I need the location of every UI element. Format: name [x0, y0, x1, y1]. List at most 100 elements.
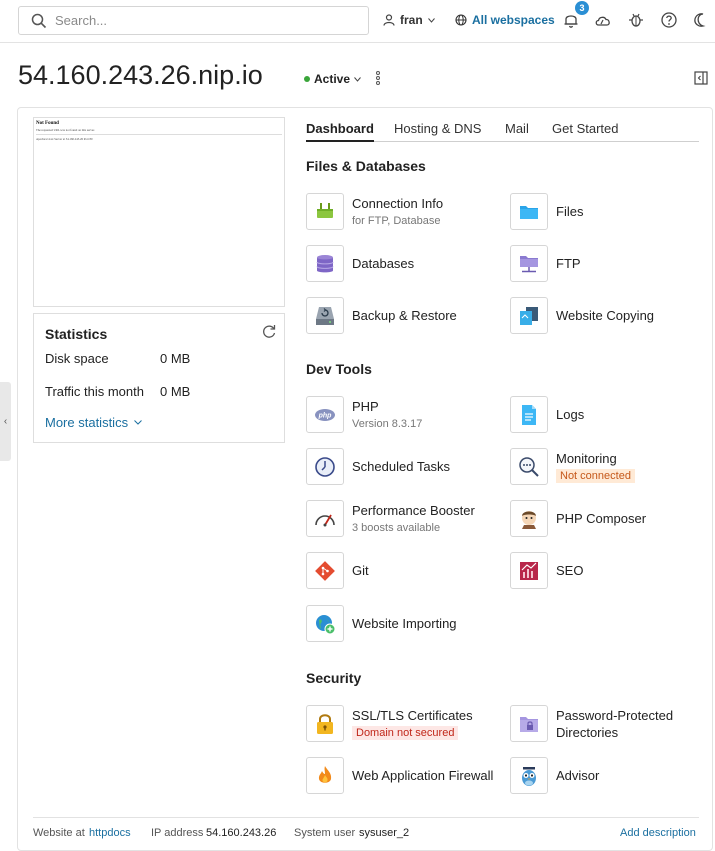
clock-icon [315, 456, 335, 477]
cloud-icon[interactable] [594, 11, 612, 29]
tile-name: Advisor [556, 768, 600, 783]
tile-git[interactable]: Git [306, 552, 369, 589]
tile-name: FTP [556, 256, 581, 271]
dark-mode-icon[interactable] [692, 11, 710, 29]
website-at-label: Website at [33, 827, 85, 839]
tile-name: Monitoring [556, 451, 617, 466]
tile-ftp[interactable]: FTP [510, 245, 581, 282]
folder-icon [520, 205, 538, 219]
tile-name: Scheduled Tasks [352, 459, 451, 474]
tile-backup-restore[interactable]: Backup & Restore [306, 297, 457, 334]
locked-folder-icon [520, 716, 538, 732]
tile-php-composer[interactable]: PHP Composer [510, 500, 646, 537]
search-input[interactable] [55, 13, 335, 28]
php-icon: php [315, 408, 335, 421]
more-actions-icon[interactable] [375, 70, 381, 86]
tab-mail[interactable]: Mail [505, 121, 529, 136]
tile-name: Logs [556, 407, 585, 422]
preview-divider [36, 134, 282, 135]
tile-web-application-firewall[interactable]: Web Application Firewall [306, 757, 493, 794]
tile-subtitle: Version 8.3.17 [352, 417, 423, 430]
tab-hosting-dns[interactable]: Hosting & DNS [394, 121, 481, 136]
document-root-link[interactable]: httpdocs [89, 827, 131, 839]
ftp-folder-icon [520, 255, 538, 272]
tile-website-importing[interactable]: Website Importing [306, 605, 457, 642]
help-icon[interactable] [660, 11, 678, 29]
disk-space-label: Disk space [45, 351, 109, 366]
tile-name: Web Application Firewall [352, 768, 494, 783]
tile-logs[interactable]: Logs [510, 396, 584, 433]
tile-scheduled-tasks[interactable]: Scheduled Tasks [306, 448, 450, 485]
chevron-down-icon [427, 17, 435, 23]
git-icon [315, 560, 335, 581]
composer-icon [522, 510, 536, 529]
more-statistics-link[interactable]: More statistics [45, 415, 142, 430]
system-user-value: sysuser_2 [359, 827, 410, 839]
status-badge: Not connected [556, 469, 635, 483]
sidebar-expand-handle[interactable]: ‹ [0, 382, 11, 461]
chevron-down-icon [134, 420, 142, 425]
lock-icon [317, 713, 333, 734]
status-dot [304, 76, 310, 82]
tile-name: Performance Booster [352, 502, 475, 518]
tile-name: SSL/TLS Certificates [352, 708, 473, 723]
chevron-left-icon: ‹ [3, 416, 8, 427]
flame-icon [318, 765, 332, 783]
tile-name: Git [352, 563, 369, 578]
search-icon [31, 13, 47, 28]
ip-address-value: 54.160.243.26 [206, 827, 277, 839]
tab-get-started[interactable]: Get Started [552, 121, 618, 136]
tile-name: Connection Info [352, 195, 444, 211]
status-badge: Domain not secured [352, 726, 459, 740]
globe-icon [455, 14, 467, 26]
tile-monitoring[interactable]: Monitoring Not connected [510, 448, 635, 485]
user-menu[interactable]: fran [383, 13, 435, 27]
card-footer: Website at httpdocs IP address 54.160.24… [33, 817, 699, 847]
tile-performance-booster[interactable]: Performance Booster 3 boosts available [306, 500, 475, 537]
chevron-down-icon [354, 76, 361, 82]
gauge-icon [315, 514, 335, 526]
statistics-panel: Statistics Disk space 0 MB Traffic this … [33, 313, 285, 443]
traffic-label: Traffic this month [45, 384, 144, 399]
tile-name: PHP Composer [556, 511, 647, 526]
logs-icon [522, 404, 536, 425]
website-preview[interactable]: Not Found The requested URL was not foun… [33, 117, 285, 307]
page-title: 54.160.243.26.nip.io [18, 60, 263, 90]
preview-server-text: Apache/2.4.xx Server at 54.160.243.26 Po… [36, 137, 93, 141]
tile-ssl-tls[interactable]: SSL/TLS Certificates Domain not secured [306, 705, 473, 742]
more-statistics-label: More statistics [45, 415, 129, 430]
tile-subtitle: 3 boosts available [352, 521, 441, 534]
tile-name: Password-Protected Directories [556, 707, 674, 740]
tile-connection-info[interactable]: Connection Info for FTP, Database [306, 193, 443, 230]
disk-space-value: 0 MB [160, 351, 191, 366]
workspace-selector[interactable]: All webspaces [455, 13, 555, 27]
section-files-databases: Files & Databases [306, 158, 426, 174]
import-globe-icon [316, 614, 336, 634]
tile-seo[interactable]: SEO [510, 552, 583, 589]
tile-name: Files [556, 204, 584, 219]
tile-databases[interactable]: Databases [306, 245, 414, 282]
status-label: Active [314, 72, 351, 86]
tile-php[interactable]: php PHP Version 8.3.17 [306, 396, 422, 433]
bug-icon[interactable] [627, 11, 645, 29]
preview-title: Not Found [36, 121, 59, 126]
plug-icon [317, 202, 333, 218]
tile-files[interactable]: Files [510, 193, 583, 230]
panel-toggle-icon[interactable] [694, 71, 708, 85]
tab-dashboard[interactable]: Dashboard [306, 121, 374, 142]
tile-advisor[interactable]: Advisor [510, 757, 599, 794]
search-box[interactable] [18, 6, 369, 35]
tile-name: Website Copying [556, 308, 655, 323]
status-dropdown[interactable]: Active [304, 72, 361, 86]
tile-website-copying[interactable]: Website Copying [510, 297, 654, 334]
svg-text:php: php [318, 412, 333, 419]
workspace-label: All webspaces [472, 13, 555, 27]
refresh-icon[interactable] [261, 323, 277, 339]
add-description-link[interactable]: Add description [620, 827, 696, 839]
database-icon [316, 254, 334, 272]
tile-password-protected-directories[interactable]: Password-Protected Directories [510, 705, 696, 742]
ip-address-label: IP address [151, 827, 204, 839]
preview-text: The requested URL was not found on this … [36, 128, 95, 132]
section-security: Security [306, 670, 362, 686]
tile-name: PHP [352, 398, 379, 414]
